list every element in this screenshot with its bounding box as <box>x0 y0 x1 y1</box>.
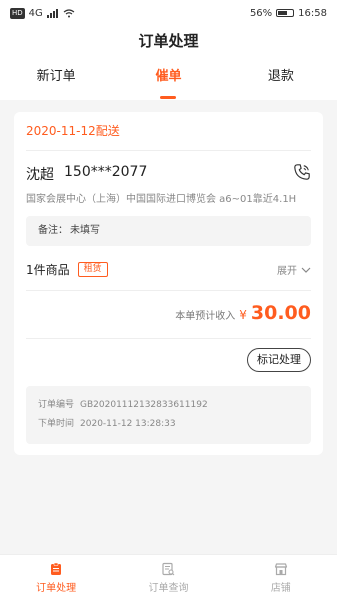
customer-name: 沈超 <box>26 167 54 183</box>
expand-label: 展开 <box>277 266 297 277</box>
clock: 16:58 <box>298 7 327 19</box>
goods-summary: 1件商品 租赁 <box>26 261 108 278</box>
hd-badge: HD <box>10 7 25 19</box>
delivery-date: 2020-11-12配送 <box>26 124 120 138</box>
store-icon <box>274 562 287 575</box>
nav-order-query[interactable]: 订单查询 <box>112 555 224 600</box>
income-currency: ¥ <box>239 308 247 322</box>
remark-box: 备注： 未填写 <box>26 216 311 246</box>
nav-label: 订单处理 <box>36 582 77 594</box>
battery-icon <box>276 9 295 17</box>
document-search-icon <box>162 562 175 575</box>
order-number-label: 订单编号 <box>38 400 75 410</box>
status-bar: HD 4G 56% 16:58 <box>0 0 337 26</box>
chevron-down-icon <box>301 267 311 273</box>
goods-count: 1件商品 <box>26 263 70 277</box>
income-amount: 30.00 <box>250 302 311 324</box>
remark-value: 未填写 <box>70 225 100 236</box>
rent-badge: 租赁 <box>77 262 108 277</box>
signal-icon <box>46 8 58 18</box>
nav-label: 店铺 <box>270 582 291 594</box>
estimated-income: 本单预计收入 ¥ 30.00 <box>175 302 311 324</box>
order-card: 2020-11-12配送 沈超 150***2077 国家会展中心（上海）中国国… <box>14 112 323 455</box>
delivery-address: 国家会展中心（上海）中国国际进口博览会 a6~01靠近4.1H <box>26 194 297 205</box>
customer-phone: 150***2077 <box>64 164 148 180</box>
order-tabs: 新订单 催单 退款 <box>0 54 337 100</box>
signal-text: 4G <box>28 7 43 19</box>
expand-toggle[interactable]: 展开 <box>277 262 311 277</box>
order-time: 2020-11-12 13:28:33 <box>80 419 176 429</box>
order-number-row: 订单编号 GB20201112132833611192 <box>38 396 299 415</box>
status-right: 56% 16:58 <box>250 8 327 19</box>
order-time-label: 下单时间 <box>38 419 75 429</box>
tab-new-orders[interactable]: 新订单 <box>0 54 112 100</box>
nav-order-processing[interactable]: 订单处理 <box>0 555 112 600</box>
nav-store[interactable]: 店铺 <box>225 555 337 600</box>
status-left: HD 4G <box>10 7 75 19</box>
divider <box>26 338 311 339</box>
order-info-box: 订单编号 GB20201112132833611192 下单时间 2020-11… <box>26 386 311 444</box>
tab-reminders[interactable]: 催单 <box>112 54 224 100</box>
battery-percent: 56% <box>249 7 273 19</box>
income-label: 本单预计收入 <box>175 311 236 322</box>
divider <box>26 290 311 291</box>
phone-icon[interactable] <box>293 163 311 181</box>
nav-label: 订单查询 <box>148 582 189 594</box>
order-time-row: 下单时间 2020-11-12 13:28:33 <box>38 415 299 434</box>
mark-processed-button[interactable]: 标记处理 <box>247 348 311 372</box>
customer-info: 沈超 150***2077 <box>26 164 147 184</box>
wifi-icon <box>63 8 75 17</box>
bottom-nav: 订单处理 订单查询 店铺 <box>0 554 337 600</box>
page-title: 订单处理 <box>0 26 337 54</box>
order-number: GB20201112132833611192 <box>80 400 208 410</box>
clipboard-icon <box>51 562 62 575</box>
tab-refunds[interactable]: 退款 <box>225 54 337 100</box>
divider <box>26 150 311 151</box>
remark-label: 备注： <box>38 225 68 236</box>
